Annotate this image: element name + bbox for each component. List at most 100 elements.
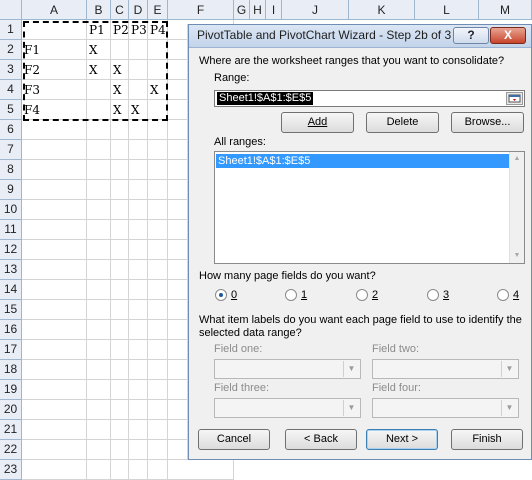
cell[interactable] <box>22 120 87 140</box>
row-header-3[interactable]: 3 <box>0 60 22 80</box>
cell[interactable]: P4 <box>148 20 168 40</box>
row-header-8[interactable]: 8 <box>0 160 22 180</box>
cell[interactable] <box>148 360 168 380</box>
field-three-combo[interactable]: ▼ <box>214 398 361 418</box>
all-ranges-list[interactable]: Sheet1!$A$1:$E$5 ▲ ▼ <box>214 151 525 264</box>
cell[interactable] <box>22 380 87 400</box>
column-header-j[interactable]: J <box>282 0 349 20</box>
cell[interactable] <box>87 80 111 100</box>
delete-button[interactable]: Delete <box>366 112 439 133</box>
cell[interactable] <box>111 440 129 460</box>
cell[interactable] <box>111 260 129 280</box>
cell[interactable] <box>22 360 87 380</box>
cell[interactable] <box>129 120 148 140</box>
cell[interactable] <box>129 220 148 240</box>
cell[interactable] <box>111 40 129 60</box>
cell[interactable] <box>111 120 129 140</box>
column-header-k[interactable]: K <box>349 0 415 20</box>
back-button[interactable]: < Back <box>285 429 357 450</box>
scroll-down-icon[interactable]: ▼ <box>510 249 524 263</box>
next-button[interactable]: Next > <box>366 429 438 450</box>
cell[interactable] <box>129 340 148 360</box>
cell[interactable] <box>129 240 148 260</box>
cell[interactable] <box>148 400 168 420</box>
cell[interactable]: X <box>148 80 168 100</box>
cell[interactable] <box>87 120 111 140</box>
cell[interactable] <box>87 260 111 280</box>
cell[interactable] <box>111 140 129 160</box>
cell[interactable] <box>22 400 87 420</box>
column-header-m[interactable]: M <box>479 0 532 20</box>
cell[interactable] <box>129 200 148 220</box>
cell[interactable] <box>129 360 148 380</box>
cell[interactable]: F3 <box>22 80 87 100</box>
cell[interactable] <box>129 400 148 420</box>
row-header-13[interactable]: 13 <box>0 260 22 280</box>
column-header-h[interactable]: H <box>250 0 266 20</box>
row-header-5[interactable]: 5 <box>0 100 22 120</box>
cell[interactable] <box>22 260 87 280</box>
cell[interactable] <box>148 200 168 220</box>
cell[interactable] <box>87 100 111 120</box>
column-header-g[interactable]: G <box>234 0 250 20</box>
row-header-17[interactable]: 17 <box>0 340 22 360</box>
column-header-l[interactable]: L <box>415 0 479 20</box>
cell[interactable] <box>148 420 168 440</box>
cell[interactable]: P1 <box>87 20 111 40</box>
row-header-12[interactable]: 12 <box>0 240 22 260</box>
cell[interactable] <box>129 440 148 460</box>
page-fields-radio-2[interactable] <box>356 289 368 301</box>
field-one-combo[interactable]: ▼ <box>214 359 361 379</box>
cell[interactable] <box>22 440 87 460</box>
field-two-combo[interactable]: ▼ <box>372 359 519 379</box>
cell[interactable] <box>148 260 168 280</box>
row-header-18[interactable]: 18 <box>0 360 22 380</box>
cell[interactable] <box>111 160 129 180</box>
row-header-9[interactable]: 9 <box>0 180 22 200</box>
range-input[interactable]: Sheet1!$A$1:$E$5 <box>214 90 525 107</box>
cell[interactable] <box>148 280 168 300</box>
cell[interactable] <box>111 320 129 340</box>
cell[interactable]: X <box>111 80 129 100</box>
row-header-22[interactable]: 22 <box>0 440 22 460</box>
cell[interactable] <box>87 340 111 360</box>
cell[interactable] <box>111 240 129 260</box>
row-header-20[interactable]: 20 <box>0 400 22 420</box>
select-all-corner[interactable] <box>0 0 22 20</box>
cell[interactable]: X <box>87 40 111 60</box>
cell[interactable] <box>148 460 168 480</box>
scroll-up-icon[interactable]: ▲ <box>510 152 524 166</box>
cell[interactable] <box>111 400 129 420</box>
cell[interactable] <box>129 60 148 80</box>
column-header-e[interactable]: E <box>148 0 168 20</box>
cell[interactable] <box>129 420 148 440</box>
cell[interactable] <box>111 180 129 200</box>
cell[interactable] <box>87 280 111 300</box>
cell[interactable]: F1 <box>22 40 87 60</box>
cell[interactable] <box>111 420 129 440</box>
cell[interactable] <box>87 320 111 340</box>
list-scrollbar[interactable]: ▲ ▼ <box>509 152 524 263</box>
cell[interactable] <box>22 320 87 340</box>
cell[interactable] <box>168 460 234 480</box>
cell[interactable] <box>87 200 111 220</box>
cell[interactable] <box>87 160 111 180</box>
row-header-6[interactable]: 6 <box>0 120 22 140</box>
cell[interactable] <box>129 80 148 100</box>
row-header-10[interactable]: 10 <box>0 200 22 220</box>
finish-button[interactable]: Finish <box>451 429 523 450</box>
cell[interactable] <box>22 220 87 240</box>
help-button[interactable]: ? <box>453 27 489 44</box>
cell[interactable] <box>129 140 148 160</box>
cell[interactable] <box>129 320 148 340</box>
cell[interactable] <box>111 200 129 220</box>
cell[interactable] <box>148 440 168 460</box>
cell[interactable] <box>148 100 168 120</box>
cell[interactable] <box>129 280 148 300</box>
cell[interactable] <box>87 440 111 460</box>
row-header-23[interactable]: 23 <box>0 460 22 480</box>
page-fields-radio-3[interactable] <box>427 289 439 301</box>
row-header-21[interactable]: 21 <box>0 420 22 440</box>
cell[interactable] <box>22 200 87 220</box>
cell[interactable] <box>87 240 111 260</box>
